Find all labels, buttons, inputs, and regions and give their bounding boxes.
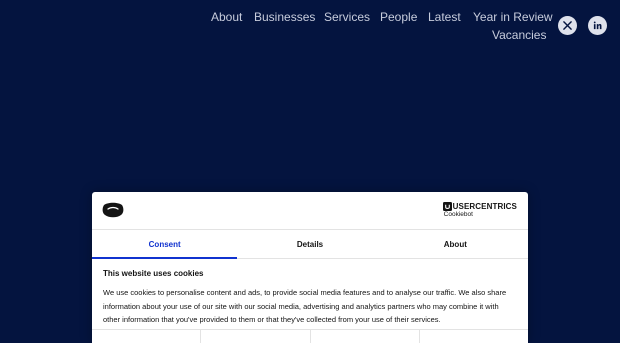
x-twitter-icon[interactable] bbox=[558, 16, 577, 35]
nav-link-services[interactable]: Services bbox=[324, 10, 370, 24]
category-cell[interactable] bbox=[420, 330, 528, 343]
consent-heading: This website uses cookies bbox=[103, 269, 204, 278]
cookie-consent-dialog: USERCENTRICS Cookiebot Consent Details A… bbox=[92, 192, 528, 343]
nav-link-businesses[interactable]: Businesses bbox=[254, 10, 315, 24]
consent-body: We use cookies to personalise content an… bbox=[103, 288, 507, 324]
nav-link-year-in-review[interactable]: Year in Review bbox=[473, 10, 553, 24]
cookiebot-label: Cookiebot bbox=[443, 211, 473, 218]
dialog-header: USERCENTRICS Cookiebot bbox=[92, 192, 528, 229]
site-logo-icon bbox=[102, 202, 124, 223]
nav-link-vacancies[interactable]: Vacancies bbox=[492, 28, 546, 42]
nav-link-people[interactable]: People bbox=[380, 10, 417, 24]
tab-details[interactable]: Details bbox=[237, 230, 382, 258]
tab-consent[interactable]: Consent bbox=[92, 230, 238, 259]
cookie-category-toggles bbox=[92, 329, 528, 343]
tab-about[interactable]: About bbox=[383, 230, 528, 258]
usercentrics-name: USERCENTRICS bbox=[452, 202, 517, 211]
top-navigation: About Businesses Services People Latest … bbox=[0, 0, 620, 50]
category-cell[interactable] bbox=[201, 330, 311, 343]
nav-link-about[interactable]: About bbox=[211, 10, 242, 24]
usercentrics-brand[interactable]: USERCENTRICS Cookiebot bbox=[442, 202, 517, 219]
category-cell[interactable] bbox=[92, 330, 202, 343]
usercentrics-icon bbox=[442, 202, 452, 211]
consent-content: This website uses cookies We use cookies… bbox=[103, 269, 517, 327]
category-cell[interactable] bbox=[311, 330, 420, 343]
linkedin-icon[interactable] bbox=[588, 16, 607, 35]
nav-link-latest[interactable]: Latest bbox=[428, 10, 461, 24]
dialog-tabs: Consent Details About bbox=[92, 229, 528, 259]
